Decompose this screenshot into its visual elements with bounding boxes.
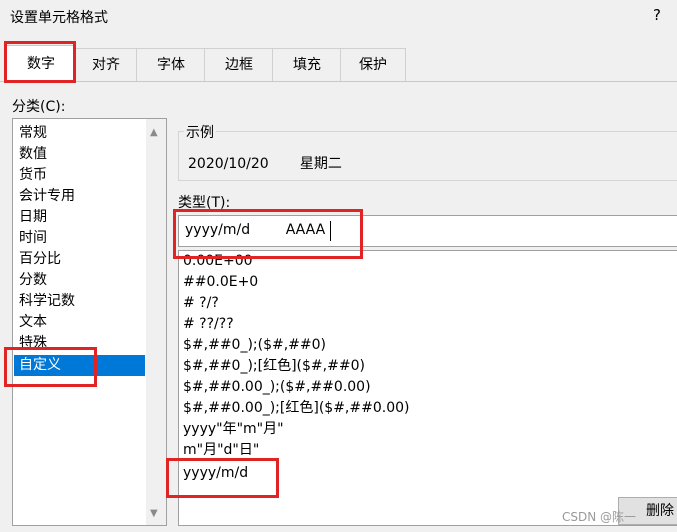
scroll-up-icon[interactable]: ▲ bbox=[150, 127, 158, 138]
title-bar: 设置单元格格式 ? bbox=[0, 0, 677, 36]
tab-fill[interactable]: 填充 bbox=[272, 48, 342, 81]
category-item-time[interactable]: 时间 bbox=[19, 228, 47, 249]
format-item[interactable]: $#,##0.00_);($#,##0.00) bbox=[183, 377, 371, 398]
category-item-general[interactable]: 常规 bbox=[19, 123, 47, 144]
category-item-accounting[interactable]: 会计专用 bbox=[19, 186, 75, 207]
format-item[interactable]: $#,##0_);[红色]($#,##0) bbox=[183, 356, 365, 377]
category-item-date[interactable]: 日期 bbox=[19, 207, 47, 228]
category-scrollbar[interactable]: ▲ ▼ bbox=[146, 119, 166, 525]
category-item-percentage[interactable]: 百分比 bbox=[19, 249, 61, 270]
category-item-scientific[interactable]: 科学记数 bbox=[19, 291, 75, 312]
dialog-title: 设置单元格格式 bbox=[10, 10, 108, 26]
scroll-down-icon[interactable]: ▼ bbox=[150, 508, 158, 519]
watermark: CSDN @陈一 bbox=[562, 510, 637, 524]
help-button[interactable]: ? bbox=[653, 6, 661, 24]
tab-strip: 数字 对齐 字体 边框 填充 保护 bbox=[0, 45, 677, 83]
category-list[interactable]: 常规 数值 货币 会计专用 日期 时间 百分比 分数 科学记数 文本 特殊 自定… bbox=[12, 118, 167, 526]
format-item[interactable]: $#,##0.00_);[红色]($#,##0.00) bbox=[183, 398, 409, 419]
tab-border[interactable]: 边框 bbox=[204, 48, 274, 81]
category-item-currency[interactable]: 货币 bbox=[19, 165, 47, 186]
tab-alignment[interactable]: 对齐 bbox=[74, 48, 138, 81]
highlight-format-item bbox=[166, 458, 279, 498]
format-item[interactable]: yyyy"年"m"月" bbox=[183, 419, 284, 440]
highlight-number-tab bbox=[4, 41, 76, 83]
format-item[interactable]: # ?/? bbox=[183, 293, 219, 314]
highlight-custom-category bbox=[4, 347, 97, 387]
format-item[interactable]: $#,##0_);($#,##0) bbox=[183, 335, 326, 356]
category-item-number[interactable]: 数值 bbox=[19, 144, 47, 165]
category-label: 分类(C): bbox=[12, 99, 66, 115]
tab-protection[interactable]: 保护 bbox=[340, 48, 406, 81]
format-item[interactable]: ##0.0E+0 bbox=[183, 272, 258, 293]
category-item-fraction[interactable]: 分数 bbox=[19, 270, 47, 291]
highlight-type-input bbox=[173, 209, 363, 259]
tab-divider bbox=[0, 81, 677, 82]
format-item[interactable]: # ??/?? bbox=[183, 314, 234, 335]
tab-font[interactable]: 字体 bbox=[136, 48, 206, 81]
sample-legend: 示例 bbox=[184, 122, 216, 142]
sample-value: 2020/10/20 星期二 bbox=[188, 156, 342, 172]
category-item-text[interactable]: 文本 bbox=[19, 312, 47, 333]
